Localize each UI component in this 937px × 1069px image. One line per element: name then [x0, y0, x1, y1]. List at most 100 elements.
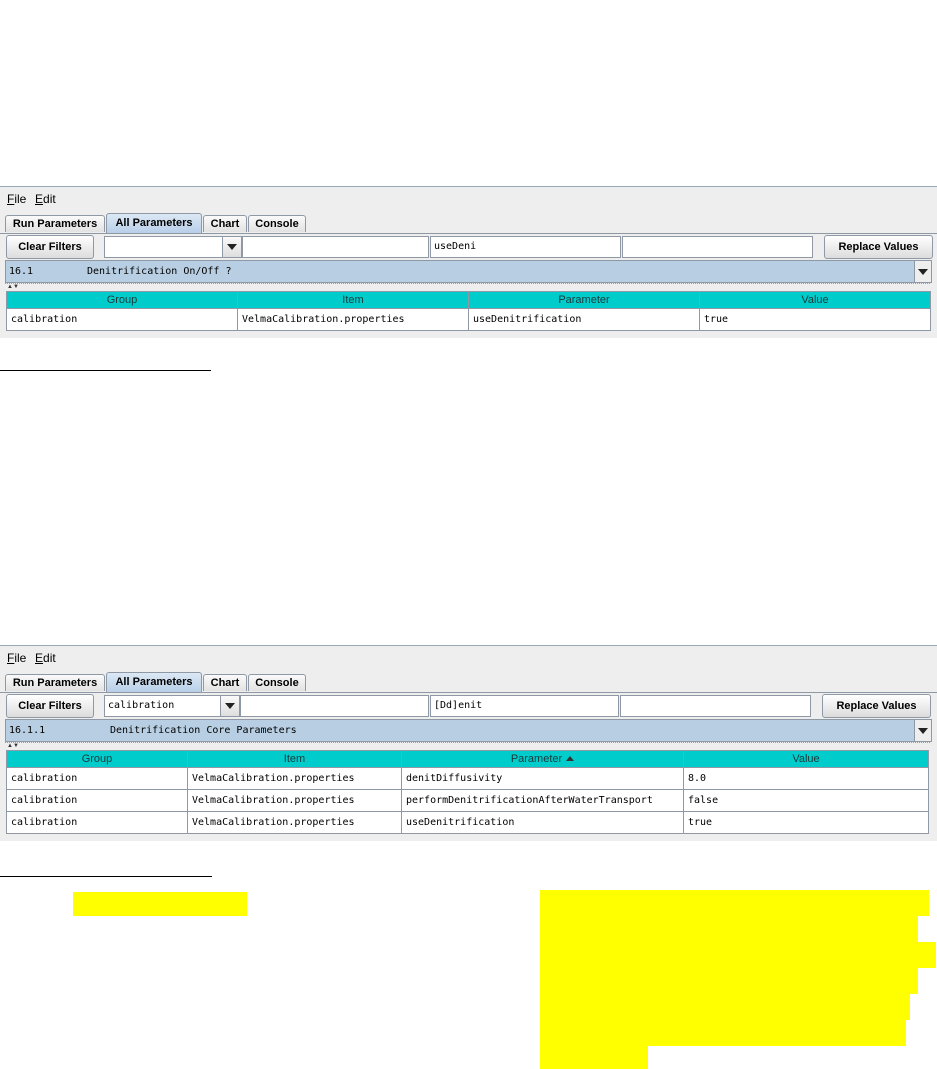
highlight-block: [540, 942, 936, 968]
table-header-row: Group Item Parameter Value: [6, 750, 929, 768]
value-filter-input[interactable]: [622, 236, 813, 258]
highlight-block: [540, 1046, 648, 1069]
menu-file-label: ile: [14, 651, 27, 665]
cell-group[interactable]: calibration: [6, 811, 188, 834]
column-header-item[interactable]: Item: [237, 291, 469, 309]
parameter-filter-value: useDeni: [434, 241, 477, 252]
app-window-2: File Edit Run Parameters All Parameters …: [0, 645, 937, 841]
rule-line: [0, 876, 212, 877]
combo-dropdown-button[interactable]: [222, 237, 241, 257]
menu-edit-label: dit: [43, 192, 56, 206]
section-title: Denitrification On/Off ?: [87, 266, 232, 277]
menu-bar: File Edit: [0, 646, 937, 672]
replace-values-button[interactable]: Replace Values: [822, 694, 931, 718]
cell-parameter[interactable]: performDenitrificationAfterWaterTranspor…: [401, 789, 684, 812]
cell-item[interactable]: VelmaCalibration.properties: [187, 811, 402, 834]
section-number: 16.1.1: [9, 725, 46, 736]
rule-line: [0, 370, 211, 371]
menu-edit-mnemonic: E: [35, 192, 44, 206]
sort-ascending-icon: [566, 756, 575, 761]
parameters-table: Group Item Parameter Value calibration V…: [6, 750, 929, 834]
split-arrows-icon[interactable]: ▲▼: [7, 284, 19, 290]
table-row[interactable]: calibration VelmaCalibration.properties …: [6, 308, 931, 331]
tab-all-parameters[interactable]: All Parameters: [106, 213, 202, 233]
tab-strip: Run Parameters All Parameters Chart Cons…: [0, 213, 937, 234]
highlight-block: [540, 890, 929, 916]
table-row[interactable]: calibration VelmaCalibration.properties …: [6, 767, 929, 790]
menu-edit-label: dit: [43, 651, 56, 665]
section-selector[interactable]: 16.1 Denitrification On/Off ?: [5, 260, 932, 283]
value-filter-input[interactable]: [620, 695, 811, 717]
parameter-filter-input[interactable]: useDeni: [430, 236, 621, 258]
parameter-filter-input[interactable]: [Dd]enit: [430, 695, 619, 717]
cell-group[interactable]: calibration: [6, 767, 188, 790]
cell-parameter[interactable]: useDenitrification: [401, 811, 684, 834]
split-pane-divider[interactable]: ▲▼: [5, 742, 930, 749]
section-number: 16.1: [9, 266, 34, 277]
chevron-down-icon: [227, 244, 237, 250]
menu-edit[interactable]: Edit: [35, 192, 56, 206]
table-row[interactable]: calibration VelmaCalibration.properties …: [6, 811, 929, 834]
menu-file[interactable]: File: [7, 651, 26, 665]
column-header-parameter-label: Parameter: [510, 753, 563, 765]
cell-item[interactable]: VelmaCalibration.properties: [237, 308, 469, 331]
tab-chart[interactable]: Chart: [203, 215, 247, 232]
tab-run-parameters[interactable]: Run Parameters: [5, 215, 105, 232]
tab-run-parameters[interactable]: Run Parameters: [5, 674, 105, 691]
tab-console[interactable]: Console: [248, 215, 306, 232]
cell-value[interactable]: 8.0: [683, 767, 929, 790]
section-title: Denitrification Core Parameters: [110, 725, 297, 736]
highlight-block: [540, 1020, 906, 1046]
tab-all-parameters[interactable]: All Parameters: [106, 672, 202, 692]
section-selector[interactable]: 16.1.1 Denitrification Core Parameters: [5, 719, 932, 742]
combo-dropdown-button[interactable]: [220, 696, 239, 716]
cell-value[interactable]: true: [699, 308, 931, 331]
tab-chart[interactable]: Chart: [203, 674, 247, 691]
menu-bar: File Edit: [0, 187, 937, 213]
tab-console[interactable]: Console: [248, 674, 306, 691]
column-header-group[interactable]: Group: [6, 750, 188, 768]
column-header-parameter[interactable]: Parameter: [468, 291, 700, 309]
cell-item[interactable]: VelmaCalibration.properties: [187, 789, 402, 812]
cell-value[interactable]: false: [683, 789, 929, 812]
menu-file[interactable]: File: [7, 192, 26, 206]
chevron-down-icon: [918, 269, 928, 275]
cell-parameter[interactable]: denitDiffusivity: [401, 767, 684, 790]
column-header-group[interactable]: Group: [6, 291, 238, 309]
replace-values-button[interactable]: Replace Values: [824, 235, 933, 259]
column-header-item[interactable]: Item: [187, 750, 402, 768]
chevron-down-icon: [225, 703, 235, 709]
column-header-value[interactable]: Value: [683, 750, 929, 768]
cell-value[interactable]: true: [683, 811, 929, 834]
menu-edit[interactable]: Edit: [35, 651, 56, 665]
clear-filters-button[interactable]: Clear Filters: [6, 235, 94, 259]
highlight-block: [540, 994, 910, 1020]
highlight-block: [73, 892, 247, 916]
clear-filters-button[interactable]: Clear Filters: [6, 694, 94, 718]
cell-group[interactable]: calibration: [6, 308, 238, 331]
table-row[interactable]: calibration VelmaCalibration.properties …: [6, 789, 929, 812]
cell-parameter[interactable]: useDenitrification: [468, 308, 700, 331]
highlight-block: [540, 968, 918, 994]
item-filter-input[interactable]: [242, 236, 429, 258]
app-window-1: File Edit Run Parameters All Parameters …: [0, 186, 937, 338]
chevron-down-icon: [918, 728, 928, 734]
parameter-filter-value: [Dd]enit: [434, 700, 483, 711]
parameters-table: Group Item Parameter Value calibration V…: [6, 291, 931, 331]
cell-group[interactable]: calibration: [6, 789, 188, 812]
section-dropdown-button[interactable]: [914, 720, 931, 741]
split-pane-divider[interactable]: ▲▼: [5, 283, 930, 290]
group-filter-value: calibration: [108, 700, 175, 711]
tab-strip: Run Parameters All Parameters Chart Cons…: [0, 672, 937, 693]
column-header-value[interactable]: Value: [699, 291, 931, 309]
menu-file-label: ile: [14, 192, 27, 206]
cell-item[interactable]: VelmaCalibration.properties: [187, 767, 402, 790]
group-filter-combo[interactable]: calibration: [104, 695, 240, 717]
highlight-block: [540, 916, 918, 942]
group-filter-combo[interactable]: [104, 236, 242, 258]
section-dropdown-button[interactable]: [914, 261, 931, 282]
column-header-parameter[interactable]: Parameter: [401, 750, 684, 768]
item-filter-input[interactable]: [240, 695, 429, 717]
split-arrows-icon[interactable]: ▲▼: [7, 743, 19, 749]
table-header-row: Group Item Parameter Value: [6, 291, 931, 309]
